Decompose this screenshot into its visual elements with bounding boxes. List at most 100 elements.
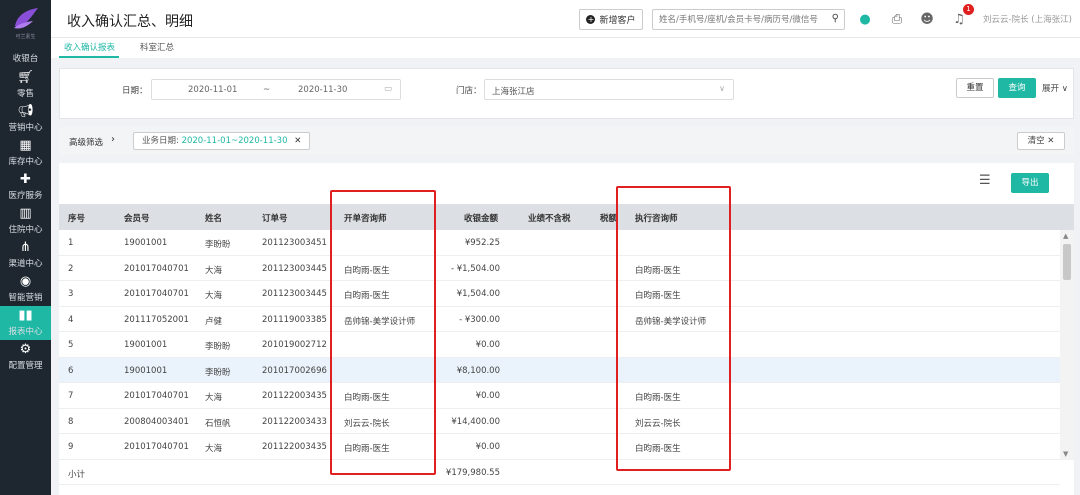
column-header: 收银金额 (464, 214, 499, 224)
cell-name: 李盼盼 (205, 342, 231, 352)
export-button[interactable]: 导出 (1011, 173, 1049, 193)
store-select[interactable]: 上海张江店 ∨ (484, 79, 734, 100)
cell-member: 19001001 (124, 238, 168, 248)
cell-name: 石恒帆 (205, 418, 231, 429)
notification-badge: 1 (963, 4, 974, 15)
table-row[interactable]: 2 201017040701 大海 201123003445 白昀雨-医生 - … (59, 255, 1060, 281)
cell-executor: 白昀雨-医生 (635, 444, 681, 454)
advanced-filter-label[interactable]: 高级筛选 (69, 136, 103, 148)
expand-toggle[interactable]: 展开 ∨ (1042, 82, 1068, 94)
cell-consultant: 岳帅锦-美学设计师 (344, 316, 416, 327)
grid-icon: ▦ (19, 138, 32, 153)
cell-amount: ¥0.00 (475, 340, 500, 350)
cell-seq: 3 (68, 289, 74, 299)
cell-name: 大海 (205, 291, 223, 301)
cell-consultant: 白昀雨-医生 (344, 291, 390, 301)
column-header: 会员号 (124, 214, 150, 224)
date-label: 日期： (122, 86, 148, 96)
cell-member: 201017040701 (124, 391, 189, 401)
sidebar-item-label: 配置管理 (8, 361, 43, 371)
cell-seq: 9 (68, 442, 74, 452)
column-header: 业绩不含税 (528, 214, 571, 224)
chevron-down-icon: ∨ (719, 84, 725, 93)
date-range-picker[interactable]: 2020-11-01 ~ 2020-11-30 ▭ (151, 79, 401, 100)
sidebar-item-inventory[interactable]: ▦ 库存中心 (0, 136, 51, 170)
report-table-panel: ☰ 导出 序号 会员号 姓名 订单号 开单咨询师 收银金额 业绩不含税 税额 执… (59, 163, 1074, 495)
hierarchy-icon: ⋔ (20, 240, 31, 255)
cell-member: 200804003401 (124, 416, 189, 427)
sidebar-item-medical[interactable]: ✚ 医疗服务 (0, 170, 51, 204)
column-header: 姓名 (205, 214, 223, 224)
sidebar-item-label: 报表中心 (8, 327, 43, 337)
search-input[interactable] (653, 10, 823, 29)
table-row[interactable]: 7 201017040701 大海 201122003435 白昀雨-医生 ¥0… (59, 383, 1060, 409)
subtotal-row: 小计 ¥179,980.55 (59, 459, 1060, 485)
sidebar-item-retail[interactable]: 🛒︎ 零售 (0, 68, 51, 102)
sidebar-item-settings[interactable]: ⚙ 配置管理 (0, 340, 51, 374)
sidebar-item-hospital[interactable]: ▥ 住院中心 (0, 204, 51, 238)
users-icon[interactable]: ☻ (918, 10, 936, 28)
cell-order: 201123003451 (262, 238, 327, 248)
sidebar-item-marketing[interactable]: 📢︎ 营销中心 (0, 102, 51, 136)
clear-filters-button[interactable]: 清空 ✕ (1017, 132, 1065, 150)
query-button[interactable]: 查询 (998, 78, 1036, 98)
sidebar-item-label: 智能营销 (8, 293, 43, 303)
table-row[interactable]: 5 19001001 李盼盼 201019002712 ¥0.00 (59, 332, 1060, 358)
chevron-down-icon: ∨ (1061, 84, 1068, 94)
active-tab-indicator (59, 56, 119, 58)
cell-name: 大海 (205, 444, 223, 454)
table-row[interactable]: 6 19001001 李盼盼 201017002696 ¥8,100.00 (59, 357, 1060, 383)
scroll-thumb[interactable] (1063, 244, 1071, 280)
chevron-right-icon[interactable]: › (111, 134, 115, 145)
top-header: 收入确认汇总、明细 + 新增客户 ⚲ ● ⎙ ☻ ♫ 1 刘云云-院长 (上海张… (51, 0, 1080, 38)
logo-text: 可兰素生 (15, 34, 36, 40)
table-row[interactable]: 8 200804003401 石恒帆 201122003433 刘云云-院长 ¥… (59, 408, 1060, 434)
calendar-icon[interactable]: ▭ (384, 84, 392, 94)
sidebar: 可兰素生 收银台 🛒︎ 零售 📢︎ 营销中心 ▦ 库存中心 ✚ 医疗服务 ▥ 住… (0, 0, 51, 495)
wechat-icon[interactable]: ● (856, 10, 874, 28)
advanced-filter-bar: 高级筛选 › 业务日期: 2020-11-01~2020-11-30 ✕ 清空 … (59, 127, 1074, 155)
cell-seq: 6 (68, 365, 74, 376)
reset-button[interactable]: 重置 (956, 78, 994, 98)
table-scrollbar[interactable]: ▲ ▼ (1060, 230, 1074, 460)
date-start[interactable]: 2020-11-01 (188, 85, 237, 95)
cell-seq: 5 (68, 340, 74, 350)
cell-amount: ¥0.00 (475, 442, 500, 452)
tab-department-summary[interactable]: 科室汇总 (140, 41, 174, 53)
table-row[interactable]: 3 201017040701 大海 201123003445 白昀雨-医生 ¥1… (59, 281, 1060, 307)
cell-member: 201017040701 (124, 263, 189, 274)
scroll-down-icon[interactable]: ▼ (1063, 450, 1068, 458)
cell-executor: 白昀雨-医生 (635, 291, 681, 301)
cell-amount: ¥14,400.00 (451, 416, 500, 427)
sidebar-item-cashier[interactable]: 收银台 (0, 46, 51, 68)
user-name[interactable]: 刘云云-院长 (上海张江) (983, 13, 1072, 25)
subtotal-amount: ¥179,980.55 (445, 467, 500, 478)
table-header: 序号 会员号 姓名 订单号 开单咨询师 收银金额 业绩不含税 税额 执行咨询师 (59, 204, 1074, 230)
table-row[interactable]: 9 201017040701 大海 201122003435 白昀雨-医生 ¥0… (59, 434, 1060, 460)
cell-amount: - ¥1,504.00 (450, 263, 500, 274)
table-row[interactable]: 1 19001001 李盼盼 201123003451 ¥952.25 (59, 230, 1060, 256)
cell-order: 201123003445 (262, 289, 327, 299)
search-icon[interactable]: ⚲ (832, 13, 839, 24)
tab-income-report[interactable]: 收入确认报表 (64, 41, 115, 53)
cell-executor: 刘云云-院长 (635, 418, 681, 429)
cart-icon: 🛒︎ (17, 70, 34, 85)
cell-name: 李盼盼 (205, 240, 231, 250)
close-icon[interactable]: ✕ (294, 136, 301, 146)
cell-executor: 岳帅锦-美学设计师 (635, 316, 707, 327)
scroll-up-icon[interactable]: ▲ (1063, 232, 1068, 240)
new-customer-button[interactable]: + 新增客户 (579, 9, 643, 30)
table-row[interactable]: 4 201117052001 卢健 201119003385 岳帅锦-美学设计师… (59, 306, 1060, 332)
cell-consultant: 白昀雨-医生 (344, 265, 390, 276)
sidebar-item-reports[interactable]: ▮▮ 报表中心 (0, 306, 51, 340)
customer-search: ⚲ (652, 9, 845, 30)
cell-amount: ¥0.00 (475, 391, 500, 401)
column-settings-icon[interactable]: ☰ (979, 173, 991, 188)
printer-icon[interactable]: ⎙ (888, 10, 906, 28)
cell-amount: - ¥300.00 (459, 314, 500, 325)
sidebar-item-smart-marketing[interactable]: ◉ 智能营销 (0, 272, 51, 306)
sidebar-item-channel[interactable]: ⋔ 渠道中心 (0, 238, 51, 272)
column-header: 税额 (600, 214, 618, 224)
date-end[interactable]: 2020-11-30 (298, 85, 347, 95)
sidebar-item-label: 渠道中心 (8, 259, 43, 269)
